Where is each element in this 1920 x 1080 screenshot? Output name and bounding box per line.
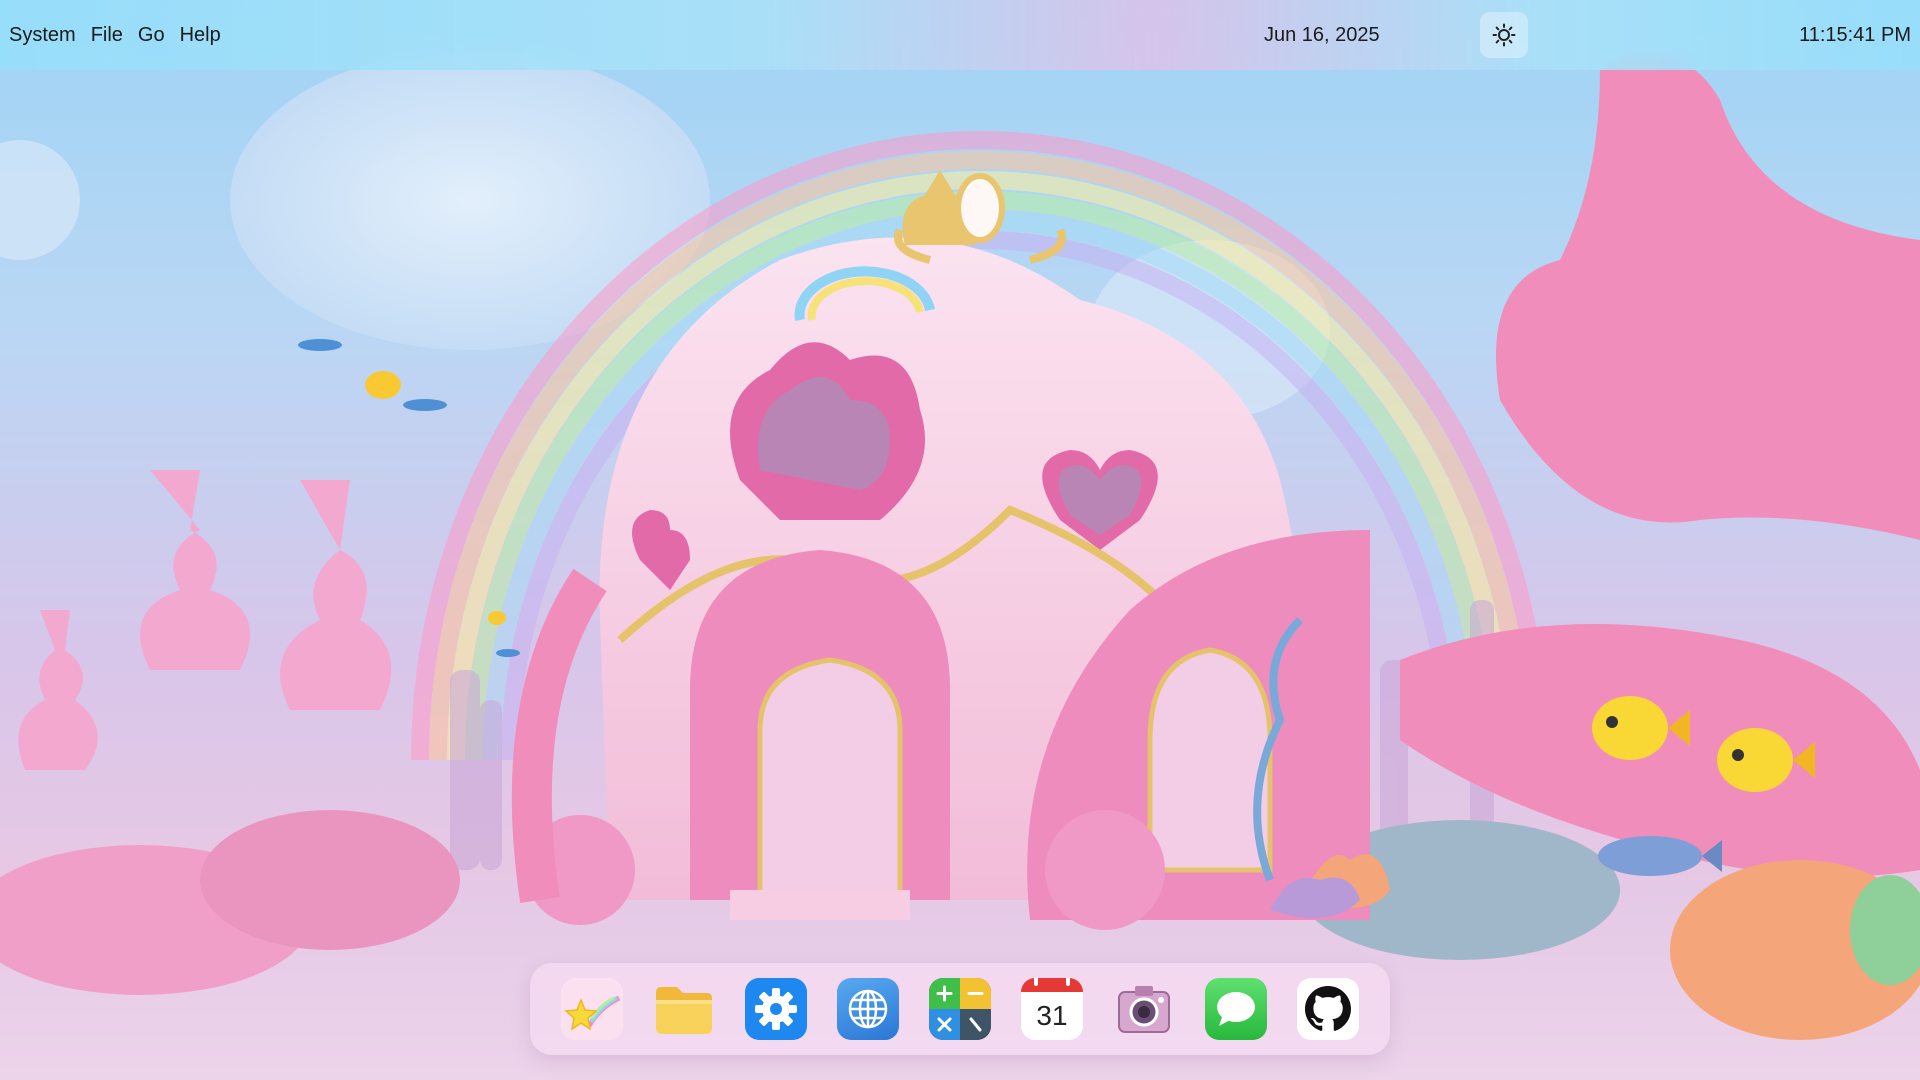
dock: 31 — [530, 963, 1390, 1055]
dock-calendar[interactable]: 31 — [1021, 978, 1083, 1040]
chat-bubble-icon — [1217, 992, 1255, 1026]
folder-icon — [656, 987, 712, 1034]
dock-browser[interactable] — [837, 978, 899, 1040]
brightness-button[interactable] — [1480, 12, 1528, 58]
calendar-day: 31 — [1036, 1000, 1068, 1031]
globe-icon — [848, 989, 888, 1029]
menu-help[interactable]: Help — [180, 22, 221, 49]
dock-launcher[interactable] — [561, 978, 623, 1040]
dock-messages[interactable] — [1205, 978, 1267, 1040]
date-display[interactable]: Jun 16, 2025 — [1264, 24, 1380, 47]
dock-calculator[interactable] — [929, 978, 991, 1040]
dock-github[interactable] — [1297, 978, 1359, 1040]
dock-files[interactable] — [653, 978, 715, 1040]
desktop-wallpaper — [0, 50, 1920, 1080]
calculator-icon — [929, 978, 991, 1040]
camera-icon — [1118, 986, 1170, 1033]
shooting-star-icon — [564, 995, 621, 1031]
github-icon — [1305, 986, 1351, 1031]
top-menu-bar: System File Go Help Jun 16, 2025 11:15:4… — [0, 0, 1920, 70]
menu-file[interactable]: File — [91, 22, 123, 49]
clock-display[interactable]: 11:15:41 PM — [1799, 24, 1911, 47]
brightness-icon — [1492, 23, 1516, 47]
dock-camera[interactable] — [1113, 978, 1175, 1040]
gear-icon — [755, 988, 797, 1030]
menu-system[interactable]: System — [9, 22, 76, 49]
dock-settings[interactable] — [745, 978, 807, 1040]
menu-list: System File Go Help — [0, 22, 221, 49]
menu-go[interactable]: Go — [138, 22, 165, 49]
